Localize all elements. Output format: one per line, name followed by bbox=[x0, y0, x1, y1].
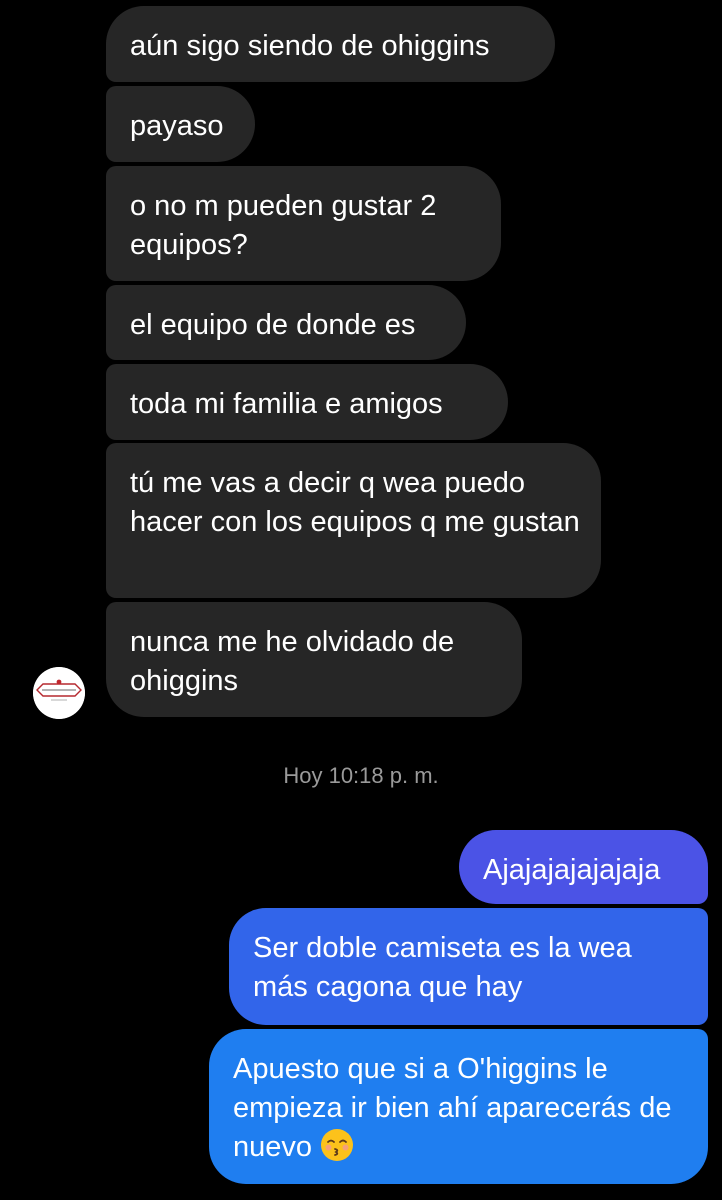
incoming-message[interactable]: nunca me he olvidado de ohiggins bbox=[106, 602, 522, 717]
message-text: Ajajajajajajaja bbox=[483, 854, 661, 886]
incoming-message[interactable]: o no m pueden gustar 2 equipos? bbox=[106, 166, 501, 281]
message-text: payaso bbox=[130, 110, 224, 142]
outgoing-message[interactable]: Ser doble camiseta es la wea más cagona … bbox=[229, 908, 708, 1025]
kissing-closed-eyes-emoji-icon bbox=[321, 1129, 354, 1161]
message-text-body: Apuesto que si a O'higgins le empieza ir… bbox=[233, 1053, 672, 1163]
message-thread: aún sigo siendo de ohiggins payaso o no … bbox=[0, 0, 722, 1200]
outgoing-message[interactable]: Ajajajajajajaja bbox=[459, 830, 708, 904]
message-text: toda mi familia e amigos bbox=[130, 388, 443, 420]
message-text: o no m pueden gustar 2 equipos? bbox=[130, 190, 437, 261]
timestamp-divider: Hoy 10:18 p. m. bbox=[283, 763, 439, 788]
team-logo-icon bbox=[33, 667, 85, 719]
message-text: aún sigo siendo de ohiggins bbox=[130, 30, 490, 62]
outgoing-message[interactable]: Apuesto que si a O'higgins le empieza ir… bbox=[209, 1029, 708, 1184]
message-text: tú me vas a decir q wea puedo hacer con … bbox=[130, 467, 580, 538]
incoming-message[interactable]: toda mi familia e amigos bbox=[106, 364, 508, 440]
sender-avatar[interactable] bbox=[33, 667, 85, 719]
message-text: el equipo de donde es bbox=[130, 309, 416, 341]
incoming-message[interactable]: aún sigo siendo de ohiggins bbox=[106, 6, 555, 82]
incoming-message[interactable]: payaso bbox=[106, 86, 255, 162]
message-text: Apuesto que si a O'higgins le empieza ir… bbox=[233, 1050, 693, 1167]
incoming-message[interactable]: el equipo de donde es bbox=[106, 285, 466, 360]
incoming-message[interactable]: tú me vas a decir q wea puedo hacer con … bbox=[106, 443, 601, 598]
message-text: nunca me he olvidado de ohiggins bbox=[130, 626, 455, 697]
message-text: Ser doble camiseta es la wea más cagona … bbox=[253, 932, 632, 1003]
